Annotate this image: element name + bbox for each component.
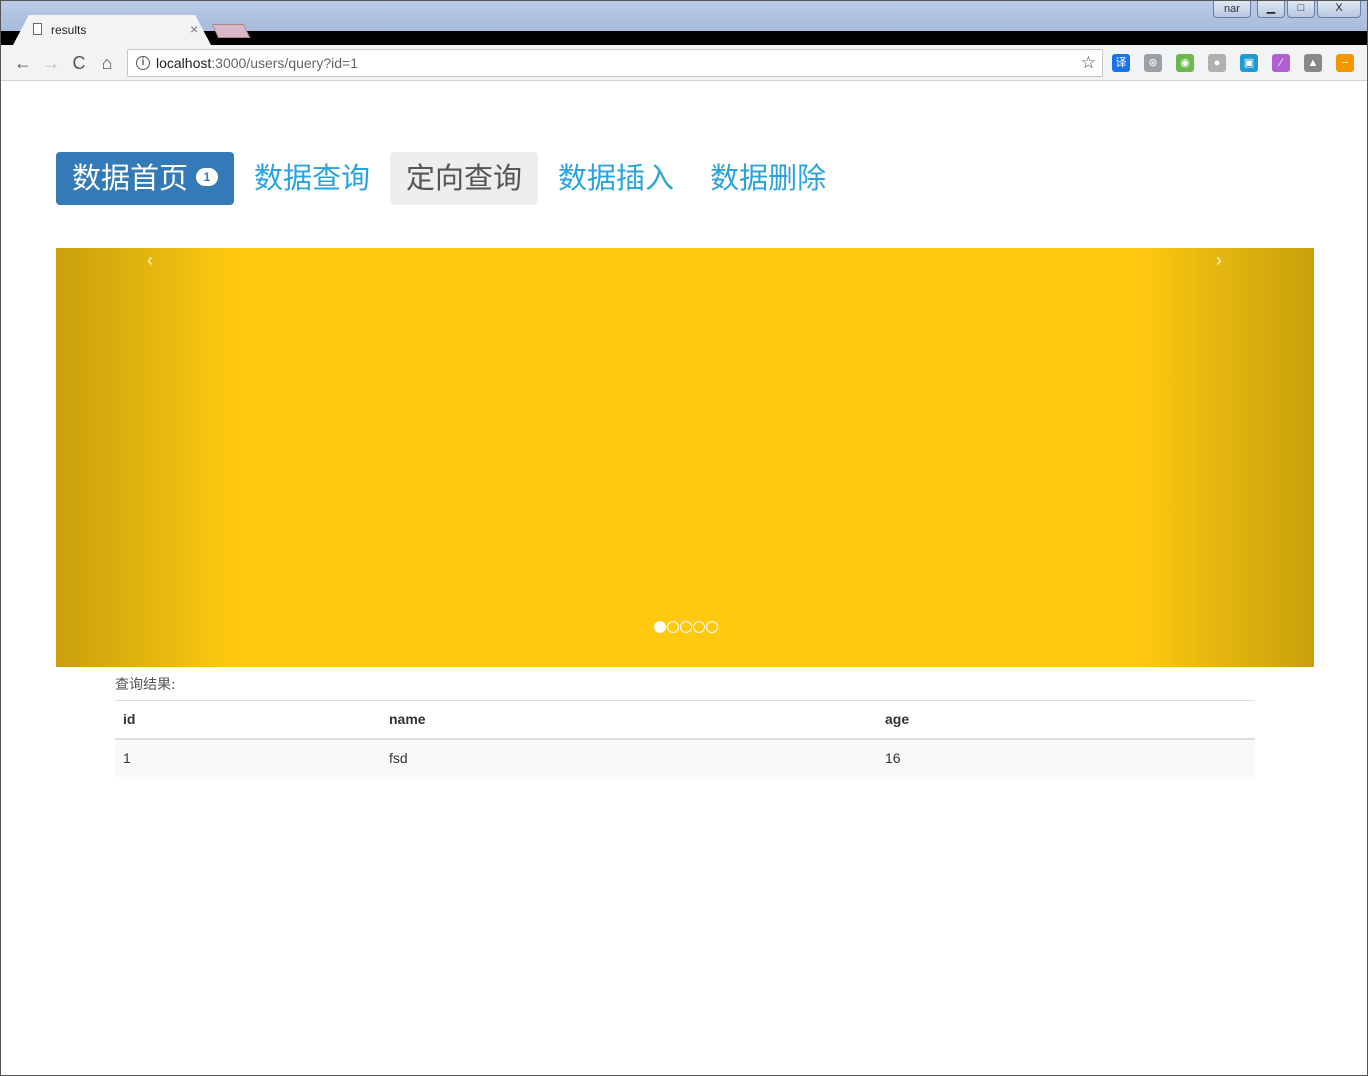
browser-window: results × nar ▁ □ X ← → C ⌂ i localhost:…	[0, 0, 1368, 1076]
table-header-row: id name age	[115, 700, 1255, 740]
nav-item-label: 数据首页	[72, 161, 189, 195]
reload-icon[interactable]: C	[68, 52, 90, 74]
home-icon[interactable]: ⌂	[96, 52, 118, 74]
browser-toolbar: ← → C ⌂ i localhost:3000/users/query?id=…	[1, 45, 1367, 81]
carousel-indicator-dot[interactable]	[654, 621, 666, 633]
url-host: localhost	[156, 55, 212, 71]
result-label: 查询结果:	[115, 677, 176, 693]
nav-item-directed-query[interactable]: 定向查询	[390, 152, 539, 205]
info-icon[interactable]: i	[136, 56, 150, 70]
column-header-id: id	[115, 700, 381, 740]
new-tab-button[interactable]	[211, 24, 251, 38]
title-bar: results × nar ▁ □ X	[1, 1, 1367, 45]
window-controls: ▁ □ X	[1257, 1, 1361, 19]
translate-icon[interactable]: 译	[1112, 54, 1130, 72]
carousel-indicator-dot[interactable]	[706, 621, 718, 633]
carousel-indicator-dot[interactable]	[667, 621, 679, 633]
carousel-prev-icon[interactable]: ‹	[147, 250, 153, 271]
page-content: 数据首页 1 数据查询 定向查询 数据插入 数据删除 ‹ › 查询结果: id n…	[5, 82, 1363, 1075]
maximize-button[interactable]: □	[1287, 1, 1315, 18]
table-row: 1 fsd 16	[115, 738, 1255, 777]
profile-badge[interactable]: nar	[1213, 1, 1251, 18]
cell-name: fsd	[381, 738, 877, 777]
column-header-age: age	[877, 700, 1255, 740]
nav-item-data-home[interactable]: 数据首页 1	[56, 152, 235, 205]
tab-title: results	[51, 23, 87, 37]
minimize-button[interactable]: ▁	[1257, 1, 1285, 18]
carousel-indicators	[654, 621, 718, 633]
carousel-indicator-dot[interactable]	[693, 621, 705, 633]
warning-icon[interactable]: ▲	[1304, 54, 1322, 72]
minus-icon[interactable]: −	[1336, 54, 1354, 72]
tab-close-icon[interactable]: ×	[190, 21, 198, 37]
results-table: id name age 1 fsd 16	[115, 700, 1255, 777]
browser-tab[interactable]: results ×	[13, 15, 211, 45]
address-bar[interactable]: i localhost:3000/users/query?id=1 ☆	[127, 49, 1103, 77]
cell-age: 16	[877, 738, 1255, 777]
back-icon[interactable]: ←	[12, 52, 34, 74]
carousel-next-icon[interactable]: ›	[1216, 250, 1222, 271]
carousel: ‹ ›	[56, 248, 1314, 667]
column-header-name: name	[381, 700, 877, 740]
nav-item-data-delete[interactable]: 数据删除	[694, 152, 842, 205]
screenshot-icon[interactable]: ▣	[1240, 54, 1258, 72]
forward-icon[interactable]: →	[40, 52, 62, 74]
nav-badge: 1	[196, 168, 219, 186]
extension-icon-2[interactable]: ⊛	[1144, 54, 1162, 72]
extension-icon-4[interactable]: ●	[1208, 54, 1226, 72]
nav-item-data-insert[interactable]: 数据插入	[542, 152, 690, 205]
frog-icon[interactable]: ◉	[1176, 54, 1194, 72]
url-text[interactable]: localhost:3000/users/query?id=1	[156, 55, 358, 71]
document-icon	[33, 23, 42, 35]
bookmark-star-icon[interactable]: ☆	[1081, 53, 1096, 73]
pen-icon[interactable]: ⁄	[1272, 54, 1290, 72]
close-window-button[interactable]: X	[1317, 1, 1361, 18]
url-path: :3000/users/query?id=1	[211, 55, 358, 71]
main-nav: 数据首页 1 数据查询 定向查询 数据插入 数据删除	[56, 152, 846, 205]
carousel-indicator-dot[interactable]	[680, 621, 692, 633]
nav-item-data-query[interactable]: 数据查询	[238, 152, 386, 205]
cell-id: 1	[115, 738, 381, 777]
